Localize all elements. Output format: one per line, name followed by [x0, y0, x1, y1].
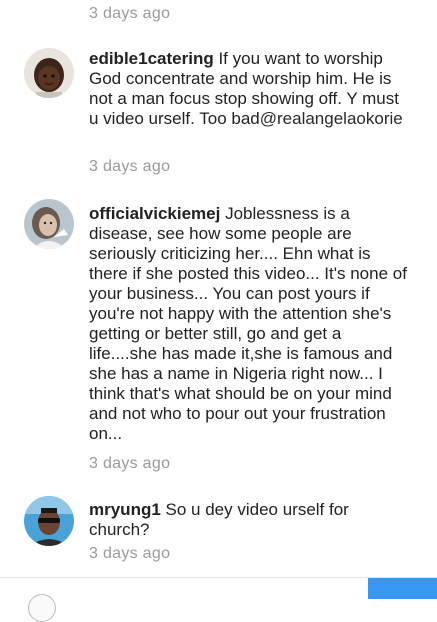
avatar[interactable] [24, 48, 74, 98]
compose-avatar [28, 594, 56, 622]
comment-mention[interactable]: @realangelaokorie [260, 109, 403, 128]
profile-photo-child-icon [24, 48, 74, 98]
comment-compose-bar [0, 577, 437, 622]
comment-body: Joblessness is a disease, see how some p… [89, 204, 407, 443]
comment-username[interactable]: mryung1 [89, 500, 161, 519]
comment-username[interactable]: officialvickiemej [89, 204, 220, 223]
comment-timestamp[interactable]: 3 days ago [89, 5, 170, 23]
avatar[interactable] [24, 496, 74, 546]
comment-text: officialvickiemej Joblessness is a disea… [89, 204, 409, 444]
comment-text: mryung1 So u dey video urself for church… [89, 500, 409, 540]
comment-timestamp[interactable]: 3 days ago [89, 455, 170, 473]
comment-text: edible1catering If you want to worship G… [89, 49, 409, 129]
avatar[interactable] [24, 199, 74, 249]
profile-photo-man-sunglasses-icon [24, 496, 74, 546]
comment-username[interactable]: edible1catering [89, 49, 214, 68]
comment-timestamp[interactable]: 3 days ago [89, 545, 170, 563]
post-button[interactable] [368, 578, 437, 599]
profile-photo-woman-icon [24, 199, 74, 249]
comment-timestamp[interactable]: 3 days ago [89, 158, 170, 176]
